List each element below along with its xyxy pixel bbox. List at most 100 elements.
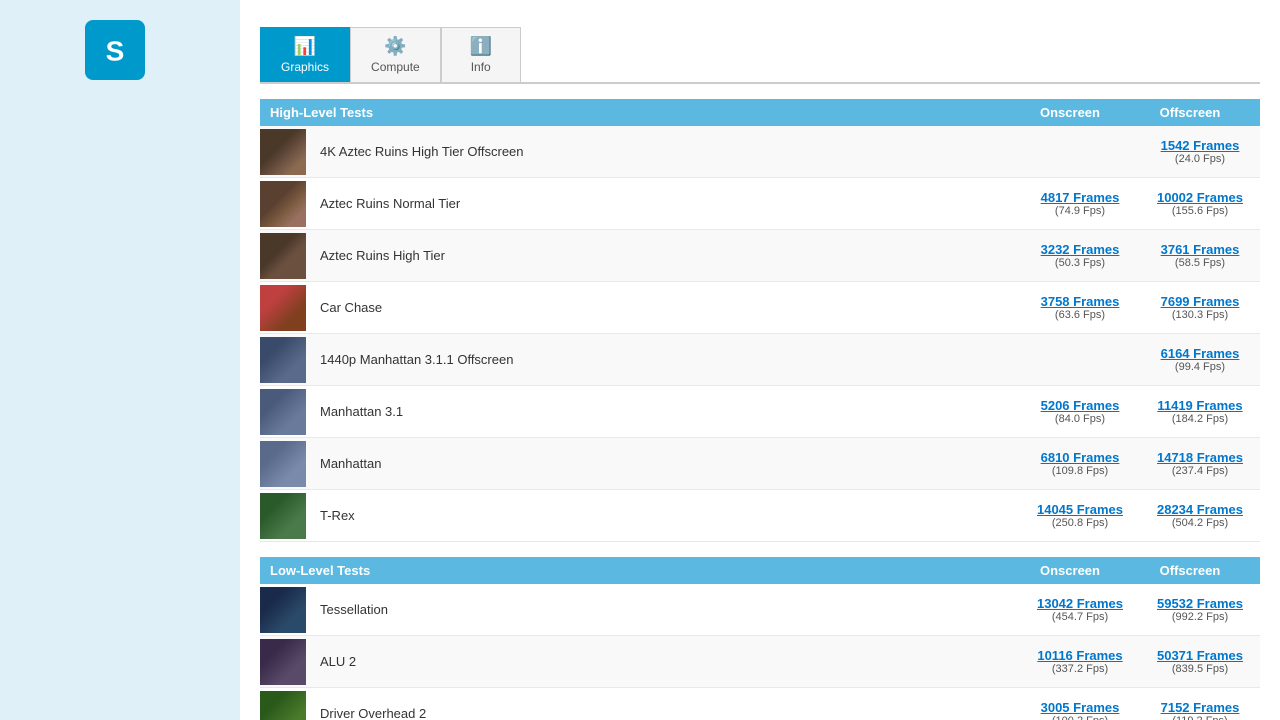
tabs-bar: 📊 Graphics ⚙️ Compute ℹ️ Info xyxy=(260,27,1260,84)
bench-row-1-2: Driver Overhead 2 3005 Frames (100.2 Fps… xyxy=(260,688,1260,720)
bench-row-0-1: Aztec Ruins Normal Tier 4817 Frames (74.… xyxy=(260,178,1260,230)
onscreen-fps-1-1: (337.2 Fps) xyxy=(1025,663,1135,675)
offscreen-fps-0-7: (504.2 Fps) xyxy=(1145,517,1255,529)
onscreen-value-0-7: 14045 Frames (250.8 Fps) xyxy=(1020,497,1140,534)
tab-graphics[interactable]: 📊 Graphics xyxy=(260,27,350,82)
thumb-1-1 xyxy=(260,639,306,685)
onscreen-frames-0-1: 4817 Frames xyxy=(1025,190,1135,205)
offscreen-frames-0-2: 3761 Frames xyxy=(1145,242,1255,257)
bench-name-0-6: Manhattan xyxy=(310,451,1020,476)
info-icon: ℹ️ xyxy=(470,36,492,57)
onscreen-frames-1-1: 10116 Frames xyxy=(1025,648,1135,663)
bench-row-1-1: ALU 2 10116 Frames (337.2 Fps) 50371 Fra… xyxy=(260,636,1260,688)
offscreen-frames-0-7: 28234 Frames xyxy=(1145,502,1255,517)
thumb-img-0-6 xyxy=(260,441,306,487)
offscreen-value-0-0: 1542 Frames (24.0 Fps) xyxy=(1140,133,1260,170)
offscreen-fps-1-1: (839.5 Fps) xyxy=(1145,663,1255,675)
thumb-1-0 xyxy=(260,587,306,633)
bench-row-0-4: 1440p Manhattan 3.1.1 Offscreen 6164 Fra… xyxy=(260,334,1260,386)
onscreen-frames-0-2: 3232 Frames xyxy=(1025,242,1135,257)
bench-row-0-2: Aztec Ruins High Tier 3232 Frames (50.3 … xyxy=(260,230,1260,282)
thumb-img-0-7 xyxy=(260,493,306,539)
onscreen-frames-1-2: 3005 Frames xyxy=(1025,700,1135,715)
offscreen-fps-0-5: (184.2 Fps) xyxy=(1145,413,1255,425)
offscreen-fps-1-2: (119.2 Fps) xyxy=(1145,715,1255,720)
thumb-img-1-0 xyxy=(260,587,306,633)
thumb-img-1-2 xyxy=(260,691,306,720)
offscreen-value-1-2: 7152 Frames (119.2 Fps) xyxy=(1140,695,1260,720)
onscreen-fps-1-2: (100.2 Fps) xyxy=(1025,715,1135,720)
compute-label: Compute xyxy=(371,60,420,74)
onscreen-value-0-0 xyxy=(1020,147,1140,157)
bench-row-1-0: Tessellation 13042 Frames (454.7 Fps) 59… xyxy=(260,584,1260,636)
section-title-0: High-Level Tests xyxy=(270,105,1010,120)
section-header-0: High-Level Tests Onscreen Offscreen xyxy=(260,99,1260,126)
bench-name-0-0: 4K Aztec Ruins High Tier Offscreen xyxy=(310,139,1020,164)
main-content: 📊 Graphics ⚙️ Compute ℹ️ Info High-Level… xyxy=(240,0,1280,720)
offscreen-fps-0-3: (130.3 Fps) xyxy=(1145,309,1255,321)
onscreen-fps-0-3: (63.6 Fps) xyxy=(1025,309,1135,321)
logo-icon: S xyxy=(85,20,145,80)
onscreen-value-0-4 xyxy=(1020,355,1140,365)
logo-area: S xyxy=(85,10,155,90)
bench-name-0-2: Aztec Ruins High Tier xyxy=(310,243,1020,268)
bench-name-0-1: Aztec Ruins Normal Tier xyxy=(310,191,1020,216)
onscreen-frames-0-5: 5206 Frames xyxy=(1025,398,1135,413)
thumb-img-0-4 xyxy=(260,337,306,383)
bench-row-0-0: 4K Aztec Ruins High Tier Offscreen 1542 … xyxy=(260,126,1260,178)
offscreen-frames-0-4: 6164 Frames xyxy=(1145,346,1255,361)
section-header-1: Low-Level Tests Onscreen Offscreen xyxy=(260,557,1260,584)
onscreen-header-0: Onscreen xyxy=(1010,105,1130,120)
offscreen-value-1-1: 50371 Frames (839.5 Fps) xyxy=(1140,643,1260,680)
thumb-0-4 xyxy=(260,337,306,383)
onscreen-value-0-1: 4817 Frames (74.9 Fps) xyxy=(1020,185,1140,222)
offscreen-value-0-7: 28234 Frames (504.2 Fps) xyxy=(1140,497,1260,534)
tab-compute[interactable]: ⚙️ Compute xyxy=(350,27,441,82)
onscreen-value-1-0: 13042 Frames (454.7 Fps) xyxy=(1020,591,1140,628)
offscreen-fps-0-6: (237.4 Fps) xyxy=(1145,465,1255,477)
offscreen-frames-0-5: 11419 Frames xyxy=(1145,398,1255,413)
offscreen-frames-0-3: 7699 Frames xyxy=(1145,294,1255,309)
thumb-0-3 xyxy=(260,285,306,331)
onscreen-value-1-2: 3005 Frames (100.2 Fps) xyxy=(1020,695,1140,720)
onscreen-frames-0-3: 3758 Frames xyxy=(1025,294,1135,309)
offscreen-fps-0-0: (24.0 Fps) xyxy=(1145,153,1255,165)
bench-name-1-0: Tessellation xyxy=(310,597,1020,622)
bench-name-0-7: T-Rex xyxy=(310,503,1020,528)
bench-row-0-7: T-Rex 14045 Frames (250.8 Fps) 28234 Fra… xyxy=(260,490,1260,542)
thumb-0-0 xyxy=(260,129,306,175)
offscreen-value-0-5: 11419 Frames (184.2 Fps) xyxy=(1140,393,1260,430)
onscreen-frames-0-7: 14045 Frames xyxy=(1025,502,1135,517)
onscreen-value-1-1: 10116 Frames (337.2 Fps) xyxy=(1020,643,1140,680)
offscreen-fps-0-1: (155.6 Fps) xyxy=(1145,205,1255,217)
thumb-0-2 xyxy=(260,233,306,279)
bench-row-0-5: Manhattan 3.1 5206 Frames (84.0 Fps) 114… xyxy=(260,386,1260,438)
onscreen-value-0-2: 3232 Frames (50.3 Fps) xyxy=(1020,237,1140,274)
info-label: Info xyxy=(471,60,491,74)
offscreen-frames-1-0: 59532 Frames xyxy=(1145,596,1255,611)
offscreen-frames-0-6: 14718 Frames xyxy=(1145,450,1255,465)
onscreen-fps-0-7: (250.8 Fps) xyxy=(1025,517,1135,529)
thumb-img-0-3 xyxy=(260,285,306,331)
onscreen-fps-0-1: (74.9 Fps) xyxy=(1025,205,1135,217)
offscreen-fps-0-4: (99.4 Fps) xyxy=(1145,361,1255,373)
offscreen-header-1: Offscreen xyxy=(1130,563,1250,578)
offscreen-fps-1-0: (992.2 Fps) xyxy=(1145,611,1255,623)
offscreen-frames-0-0: 1542 Frames xyxy=(1145,138,1255,153)
bench-name-0-4: 1440p Manhattan 3.1.1 Offscreen xyxy=(310,347,1020,372)
tab-info[interactable]: ℹ️ Info xyxy=(441,27,521,82)
thumb-0-7 xyxy=(260,493,306,539)
offscreen-fps-0-2: (58.5 Fps) xyxy=(1145,257,1255,269)
onscreen-frames-1-0: 13042 Frames xyxy=(1025,596,1135,611)
onscreen-fps-0-6: (109.8 Fps) xyxy=(1025,465,1135,477)
thumb-img-0-2 xyxy=(260,233,306,279)
offscreen-frames-1-2: 7152 Frames xyxy=(1145,700,1255,715)
thumb-0-5 xyxy=(260,389,306,435)
onscreen-value-0-6: 6810 Frames (109.8 Fps) xyxy=(1020,445,1140,482)
graphics-label: Graphics xyxy=(281,60,329,74)
offscreen-value-1-0: 59532 Frames (992.2 Fps) xyxy=(1140,591,1260,628)
section-title-1: Low-Level Tests xyxy=(270,563,1010,578)
thumb-1-2 xyxy=(260,691,306,720)
offscreen-frames-1-1: 50371 Frames xyxy=(1145,648,1255,663)
thumb-img-0-1 xyxy=(260,181,306,227)
